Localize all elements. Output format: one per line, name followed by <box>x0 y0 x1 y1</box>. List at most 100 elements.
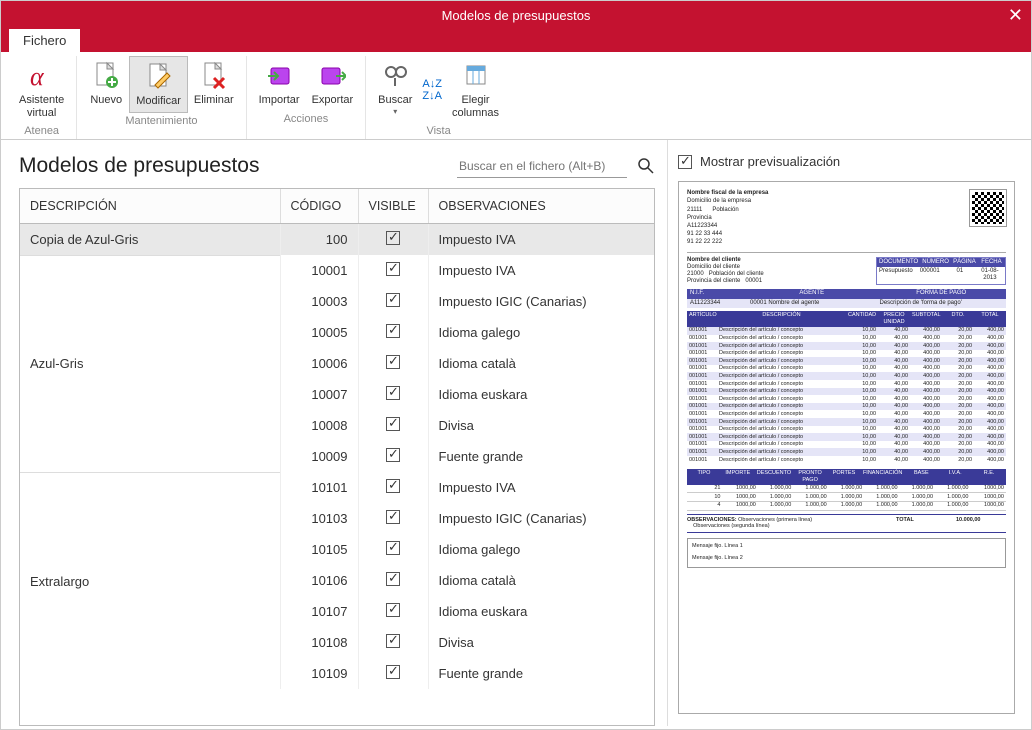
cell-codigo: 10107 <box>280 596 358 627</box>
cell-visible <box>358 472 428 503</box>
show-preview-label: Mostrar previsualización <box>700 154 840 169</box>
show-preview-checkbox[interactable] <box>678 155 692 169</box>
visible-checkbox[interactable] <box>386 541 400 555</box>
cell-observaciones: Impuesto IVA <box>428 255 654 286</box>
visible-checkbox[interactable] <box>386 262 400 276</box>
page-title: Modelos de presupuestos <box>19 154 260 178</box>
visible-checkbox[interactable] <box>386 386 400 400</box>
delete-icon <box>198 60 230 92</box>
cell-visible <box>358 410 428 441</box>
export-icon <box>316 60 348 92</box>
buscar-button[interactable]: Buscar ▾ <box>372 56 418 123</box>
cell-observaciones: Idioma euskara <box>428 596 654 627</box>
cell-observaciones: Impuesto IVA <box>428 472 654 503</box>
cell-observaciones: Idioma galego <box>428 534 654 565</box>
visible-checkbox[interactable] <box>386 479 400 493</box>
col-codigo[interactable]: CÓDIGO <box>280 189 358 224</box>
group-atenea: Atenea <box>24 125 59 137</box>
cell-codigo: 10103 <box>280 503 358 534</box>
cell-codigo: 10001 <box>280 255 358 286</box>
visible-checkbox[interactable] <box>386 293 400 307</box>
tab-fichero[interactable]: Fichero <box>9 29 80 52</box>
visible-checkbox[interactable] <box>386 324 400 338</box>
close-icon[interactable]: ✕ <box>1008 5 1023 26</box>
cell-visible <box>358 503 428 534</box>
svg-text:α: α <box>30 62 45 91</box>
cell-visible <box>358 317 428 348</box>
tab-strip: Fichero <box>1 29 1031 52</box>
cell-observaciones: Idioma euskara <box>428 379 654 410</box>
cell-observaciones: Idioma català <box>428 348 654 379</box>
cell-visible <box>358 441 428 472</box>
group-description: Copia de Azul-Gris <box>20 224 280 256</box>
importar-button[interactable]: Importar <box>253 56 306 111</box>
cell-codigo: 100 <box>280 224 358 256</box>
cell-codigo: 10006 <box>280 348 358 379</box>
table-scroll[interactable]: DESCRIPCIÓN CÓDIGO VISIBLE OBSERVACIONES… <box>20 189 654 725</box>
visible-checkbox[interactable] <box>386 355 400 369</box>
table-row[interactable]: Azul-Gris10001Impuesto IVA <box>20 255 654 286</box>
cell-observaciones: Divisa <box>428 410 654 441</box>
alpha-icon: α <box>26 60 58 92</box>
visible-checkbox[interactable] <box>386 417 400 431</box>
cell-visible <box>358 286 428 317</box>
cell-visible <box>358 224 428 256</box>
doc-company-addr: Domicilio de la empresa <box>687 198 768 205</box>
data-table: DESCRIPCIÓN CÓDIGO VISIBLE OBSERVACIONES… <box>20 189 654 689</box>
titlebar: Modelos de presupuestos ✕ <box>1 1 1031 29</box>
visible-checkbox[interactable] <box>386 572 400 586</box>
import-icon <box>263 60 295 92</box>
cell-codigo: 10007 <box>280 379 358 410</box>
group-acciones: Acciones <box>284 113 329 125</box>
cell-visible <box>358 565 428 596</box>
visible-checkbox[interactable] <box>386 603 400 617</box>
sort-za-icon[interactable]: Z↓A <box>422 90 442 102</box>
group-description: Extralargo <box>20 472 280 689</box>
visible-checkbox[interactable] <box>386 231 400 245</box>
columns-icon <box>460 60 492 92</box>
cell-observaciones: Fuente grande <box>428 658 654 689</box>
qr-icon <box>970 190 1006 226</box>
cell-observaciones: Idioma català <box>428 565 654 596</box>
group-mantenimiento: Mantenimiento <box>125 115 197 127</box>
asistente-virtual-button[interactable]: α Asistente virtual <box>13 56 70 123</box>
sort-az-icon[interactable]: A↓Z <box>422 78 442 90</box>
cell-codigo: 10108 <box>280 627 358 658</box>
cell-observaciones: Idioma galego <box>428 317 654 348</box>
visible-checkbox[interactable] <box>386 510 400 524</box>
edit-icon <box>143 61 175 93</box>
table-row[interactable]: Extralargo10101Impuesto IVA <box>20 472 654 503</box>
elegir-columnas-button[interactable]: Elegir columnas <box>446 56 505 123</box>
cell-codigo: 10109 <box>280 658 358 689</box>
col-visible[interactable]: VISIBLE <box>358 189 428 224</box>
nuevo-button[interactable]: Nuevo <box>83 56 129 113</box>
ribbon: α Asistente virtual Atenea Nuevo Modific… <box>1 52 1031 140</box>
new-icon <box>90 60 122 92</box>
cell-visible <box>358 658 428 689</box>
cell-codigo: 10101 <box>280 472 358 503</box>
cell-codigo: 10005 <box>280 317 358 348</box>
cell-visible <box>358 534 428 565</box>
modificar-button[interactable]: Modificar <box>129 56 188 113</box>
cell-visible <box>358 255 428 286</box>
cell-codigo: 10106 <box>280 565 358 596</box>
visible-checkbox[interactable] <box>386 665 400 679</box>
visible-checkbox[interactable] <box>386 448 400 462</box>
window-title: Modelos de presupuestos <box>442 8 591 23</box>
table-row[interactable]: Copia de Azul-Gris100 Impuesto IVA <box>20 224 654 256</box>
cell-visible <box>358 596 428 627</box>
visible-checkbox[interactable] <box>386 634 400 648</box>
cell-codigo: 10008 <box>280 410 358 441</box>
cell-observaciones: Impuesto IVA <box>428 224 654 256</box>
cell-observaciones: Impuesto IGIC (Canarias) <box>428 286 654 317</box>
exportar-button[interactable]: Exportar <box>306 56 360 111</box>
cell-observaciones: Fuente grande <box>428 441 654 472</box>
cell-codigo: 10009 <box>280 441 358 472</box>
search-input[interactable] <box>457 155 627 178</box>
cell-visible <box>358 627 428 658</box>
col-descripcion[interactable]: DESCRIPCIÓN <box>20 189 280 224</box>
eliminar-button[interactable]: Eliminar <box>188 56 240 113</box>
col-observaciones[interactable]: OBSERVACIONES <box>428 189 654 224</box>
search-icon <box>379 60 411 92</box>
search-magnify-icon[interactable] <box>637 157 655 175</box>
